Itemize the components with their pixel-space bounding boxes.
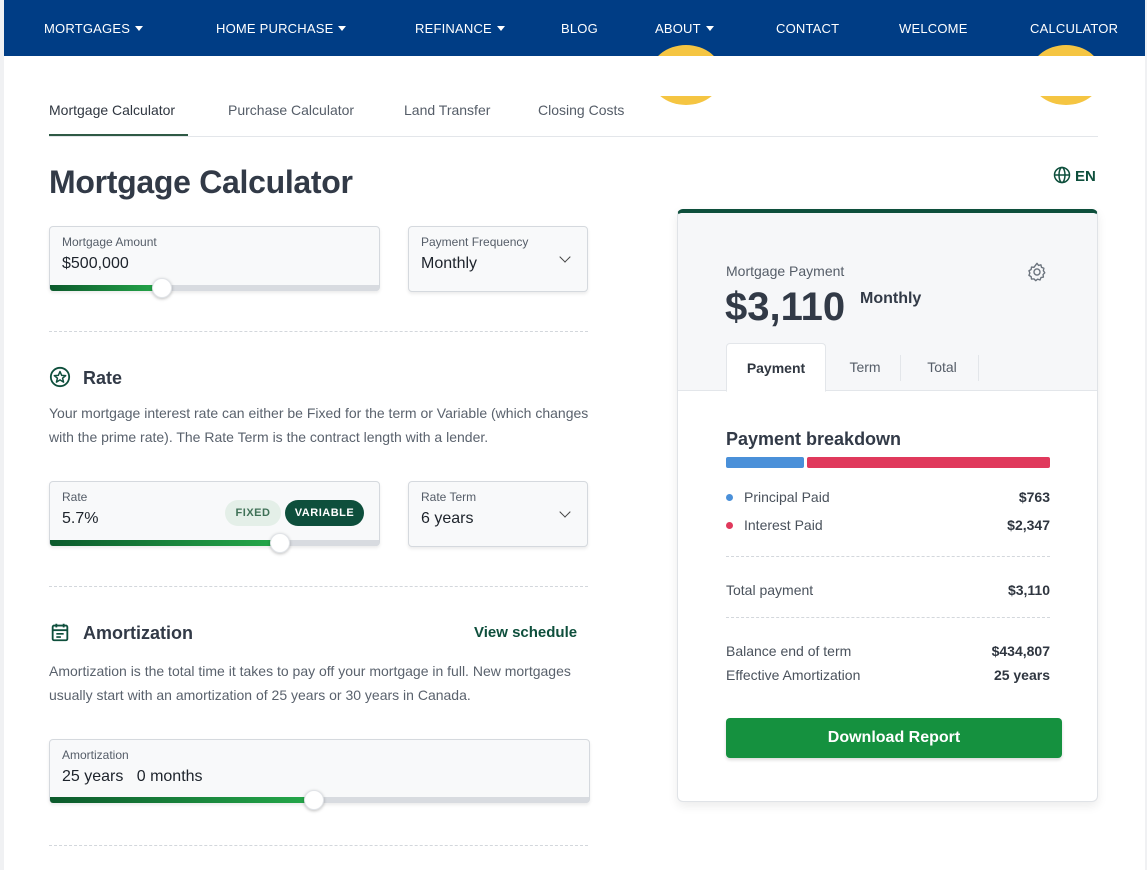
- interest-bar: [807, 457, 1050, 468]
- mortgage-amount-value[interactable]: $500,000: [62, 255, 129, 273]
- divider: [726, 556, 1050, 557]
- amortization-value[interactable]: 25 years 0 months: [62, 768, 203, 786]
- amortization-label: Amortization: [62, 748, 129, 762]
- nav-cover: [4, 56, 1145, 96]
- mortgage-payment-frequency: Monthly: [860, 290, 922, 307]
- top-navigation: MORTGAGES HOME PURCHASE REFINANCE BLOG A…: [4, 0, 1145, 105]
- globe-icon: [1053, 166, 1071, 184]
- breakdown-title: Payment breakdown: [726, 429, 902, 449]
- nav-home-purchase[interactable]: HOME PURCHASE: [216, 21, 347, 36]
- interest-dot: [726, 522, 733, 529]
- amortization-years[interactable]: 25 years: [62, 768, 123, 785]
- star-badge-icon: [49, 366, 71, 388]
- caret-down-icon: [135, 26, 144, 31]
- nav-welcome[interactable]: WELCOME: [899, 21, 968, 36]
- payment-frequency-value: Monthly: [421, 255, 478, 272]
- rate-description: Your mortgage interest rate can either b…: [49, 405, 589, 445]
- rate-field[interactable]: Rate 5.7% FIXED VARIABLE: [49, 481, 380, 553]
- mortgage-payment-amount: $3,110: [725, 285, 846, 329]
- rate-term-label: Rate Term: [421, 490, 477, 504]
- divider: [49, 586, 588, 587]
- balance-row: Balance end of term $434,807: [726, 643, 1050, 659]
- mortgage-amount-slider[interactable]: [50, 278, 379, 298]
- payment-frequency-select[interactable]: Payment Frequency Monthly: [408, 226, 588, 292]
- effective-amortization-value: 25 years: [993, 667, 1050, 683]
- calendar-icon: [51, 623, 69, 642]
- interest-value: $2,347: [1007, 517, 1050, 533]
- chevron-down-icon: [559, 506, 571, 518]
- divider: [49, 331, 588, 332]
- slider-fill: [50, 540, 281, 546]
- amortization-months[interactable]: 0 months: [137, 768, 203, 785]
- amortization-description: Amortization is the total time it takes …: [49, 663, 571, 703]
- nav-refinance[interactable]: REFINANCE: [415, 21, 505, 36]
- balance-value: $434,807: [991, 643, 1050, 659]
- principal-row: Principal Paid $763: [726, 489, 1050, 505]
- caret-down-icon: [338, 26, 347, 31]
- slider-fill: [50, 285, 162, 291]
- effective-amortization-row: Effective Amortization 25 years: [726, 667, 1050, 683]
- total-payment-row: Total payment $3,110: [726, 582, 1050, 598]
- variable-rate-toggle[interactable]: VARIABLE: [285, 500, 364, 526]
- slider-handle[interactable]: [151, 278, 172, 298]
- mortgage-payment-label: Mortgage Payment: [726, 263, 845, 279]
- nav-about[interactable]: ABOUT: [655, 21, 714, 36]
- view-schedule-link[interactable]: View schedule: [474, 624, 577, 641]
- nav-mortgages[interactable]: MORTGAGES: [44, 21, 144, 36]
- rate-value[interactable]: 5.7%: [62, 510, 98, 528]
- mortgage-amount-field[interactable]: Mortgage Amount $500,000: [49, 226, 380, 298]
- principal-bar: [726, 457, 804, 468]
- tab-separator: [978, 355, 979, 381]
- divider: [49, 845, 588, 846]
- tab-closing-costs[interactable]: Closing Costs: [538, 102, 624, 118]
- rate-label: Rate: [62, 490, 88, 504]
- principal-dot: [726, 494, 733, 501]
- tab-term[interactable]: Term: [830, 343, 900, 392]
- tab-payment[interactable]: Payment: [726, 343, 826, 392]
- chevron-down-icon: [559, 251, 571, 263]
- rate-heading: Rate: [49, 366, 122, 389]
- active-tab-indicator: [49, 134, 188, 136]
- tab-mortgage-calculator[interactable]: Mortgage Calculator: [49, 102, 175, 118]
- caret-down-icon: [496, 26, 505, 31]
- amortization-slider[interactable]: [50, 790, 589, 810]
- rate-term-value: 6 years: [421, 510, 474, 527]
- tab-separator: [900, 355, 901, 381]
- slider-handle[interactable]: [270, 533, 291, 553]
- page: MORTGAGES HOME PURCHASE REFINANCE BLOG A…: [4, 0, 1145, 870]
- caret-down-icon: [705, 26, 714, 31]
- payment-result-card: Mortgage Payment $3,110 Monthly Payment …: [677, 209, 1098, 802]
- nav-contact[interactable]: CONTACT: [776, 21, 839, 36]
- calculator-tabs: Mortgage Calculator Purchase Calculator …: [49, 102, 1098, 137]
- interest-row: Interest Paid $2,347: [726, 517, 1050, 533]
- mortgage-amount-label: Mortgage Amount: [62, 235, 157, 249]
- principal-value: $763: [1018, 489, 1050, 505]
- total-payment-value: $3,110: [1007, 582, 1050, 598]
- download-report-button[interactable]: Download Report: [726, 718, 1062, 758]
- slider-fill: [50, 797, 315, 803]
- nav-calculator[interactable]: CALCULATOR: [1030, 21, 1118, 36]
- divider: [726, 617, 1050, 618]
- payment-frequency-label: Payment Frequency: [421, 235, 529, 249]
- amortization-heading: Amortization: [49, 621, 193, 644]
- tab-purchase-calculator[interactable]: Purchase Calculator: [228, 102, 354, 118]
- gear-icon[interactable]: [1026, 261, 1048, 283]
- language-selector[interactable]: EN: [1053, 166, 1096, 185]
- slider-handle[interactable]: [304, 790, 325, 810]
- tab-total[interactable]: Total: [906, 343, 978, 392]
- rate-term-select[interactable]: Rate Term 6 years: [408, 481, 588, 547]
- fixed-rate-toggle[interactable]: FIXED: [225, 500, 281, 526]
- nav-blog[interactable]: BLOG: [561, 21, 598, 36]
- page-title: Mortgage Calculator: [49, 164, 353, 200]
- amortization-field[interactable]: Amortization 25 years 0 months: [49, 739, 590, 810]
- rate-slider[interactable]: [50, 533, 379, 553]
- tab-land-transfer[interactable]: Land Transfer: [404, 102, 490, 118]
